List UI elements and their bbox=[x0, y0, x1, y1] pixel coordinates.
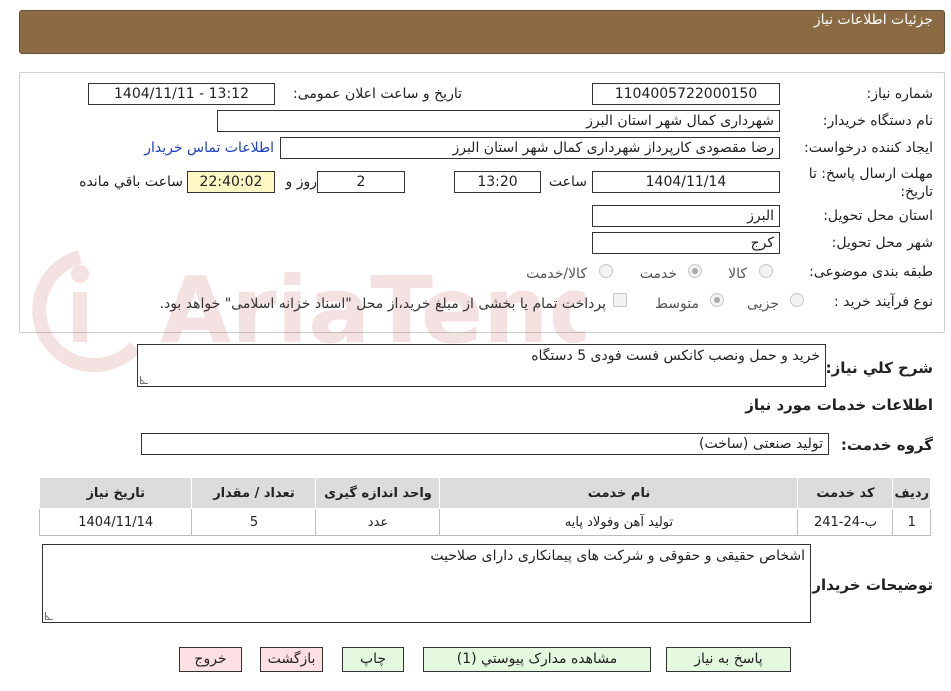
process-label: نوع فرآیند خرید : bbox=[834, 294, 933, 310]
table-row: 1 ب-24-241 تولید آهن وفولاد پایه عدد 5 1… bbox=[38, 508, 931, 536]
print-button[interactable]: چاپ bbox=[342, 647, 404, 672]
description-textarea[interactable]: خرید و حمل ونصب کانکس فست فودی 5 دستگاه bbox=[137, 344, 826, 387]
buyer-org-label: نام دستگاه خریدار: bbox=[822, 113, 933, 129]
buyer-notes-textarea[interactable]: اشخاص حقیقی و حقوقی و شرکت های پیمانکاری… bbox=[42, 544, 811, 623]
cell-unit: عدد bbox=[315, 508, 441, 536]
city-field: کرج bbox=[592, 232, 780, 254]
need-number-label: شماره نیاز: bbox=[866, 86, 934, 102]
deadline-time-label: ساعت bbox=[548, 174, 587, 190]
service-group-field: تولید صنعتی (ساخت) bbox=[141, 433, 829, 455]
process-radio-medium[interactable] bbox=[710, 293, 724, 307]
need-number-field: 1104005722000150 bbox=[592, 83, 780, 105]
category-radio-goods-service[interactable] bbox=[599, 264, 613, 278]
deadline-label-date: تاریخ: bbox=[900, 184, 933, 200]
buyer-notes-label: توضیحات خریدار: bbox=[806, 576, 933, 594]
col-service-code: کد خدمت bbox=[797, 477, 894, 509]
buyer-org-field: شهرداری کمال شهر استان البرز bbox=[217, 110, 780, 132]
reply-button[interactable]: پاسخ به نیاز bbox=[666, 647, 791, 672]
process-option-minor: جزیی bbox=[747, 296, 779, 312]
remaining-time-field: 22:40:02 bbox=[187, 171, 275, 193]
services-table: ردیف کد خدمت نام خدمت واحد اندازه گیری ت… bbox=[38, 477, 931, 536]
view-attachments-button[interactable]: مشاهده مدارک پیوستي (1) bbox=[423, 647, 651, 672]
cell-quantity: 5 bbox=[191, 508, 317, 536]
services-section-title: اطلاعات خدمات مورد نیاز bbox=[745, 396, 933, 414]
page-title: جزئیات اطلاعات نیاز bbox=[813, 12, 933, 28]
col-quantity: تعداد / مقدار bbox=[191, 477, 317, 509]
province-label: استان محل تحویل: bbox=[823, 208, 933, 224]
header-bar bbox=[19, 10, 945, 54]
resize-grip-icon[interactable] bbox=[140, 376, 148, 384]
col-service-name: نام خدمت bbox=[439, 477, 799, 509]
cell-service-code: ب-24-241 bbox=[797, 508, 894, 536]
days-label: روز و bbox=[285, 174, 318, 190]
exit-button[interactable]: خروج bbox=[179, 647, 242, 672]
buyer-notes-text: اشخاص حقیقی و حقوقی و شرکت های پیمانکاری… bbox=[430, 548, 805, 564]
treasury-payment-note: پرداخت تمام یا بخشی از مبلغ خرید،از محل … bbox=[159, 296, 606, 312]
creator-field: رضا مقصودی کارپرداز شهرداری کمال شهر است… bbox=[280, 137, 780, 159]
announce-datetime-field: 1404/11/11 - 13:12 bbox=[88, 83, 275, 105]
process-radio-minor[interactable] bbox=[790, 293, 804, 307]
col-row: ردیف bbox=[892, 477, 931, 509]
resize-grip-icon[interactable] bbox=[45, 612, 53, 620]
deadline-label: مهلت ارسال پاسخ: تا bbox=[808, 166, 933, 182]
category-option-goods: کالا bbox=[728, 266, 747, 282]
deadline-time-field: 13:20 bbox=[454, 171, 541, 193]
province-field: البرز bbox=[592, 205, 780, 227]
category-radio-service[interactable] bbox=[688, 264, 702, 278]
description-text: خرید و حمل ونصب کانکس فست فودی 5 دستگاه bbox=[531, 348, 820, 364]
category-label: طبقه بندی موضوعی: bbox=[809, 264, 933, 280]
category-option-service: خدمت bbox=[639, 266, 677, 282]
col-need-date: تاریخ نیاز bbox=[38, 477, 193, 509]
deadline-date-field: 1404/11/14 bbox=[592, 171, 780, 193]
process-option-medium: متوسط bbox=[655, 296, 699, 312]
remaining-label: ساعت باقي مانده bbox=[79, 174, 183, 190]
cell-service-name: تولید آهن وفولاد پایه bbox=[439, 508, 799, 536]
col-unit: واحد اندازه گیری bbox=[315, 477, 441, 509]
cell-need-date: 1404/11/14 bbox=[38, 508, 193, 536]
back-button[interactable]: بازگشت bbox=[260, 647, 323, 672]
services-table-header: ردیف کد خدمت نام خدمت واحد اندازه گیری ت… bbox=[38, 477, 931, 509]
city-label: شهر محل تحویل: bbox=[831, 235, 933, 251]
announce-label: تاریخ و ساعت اعلان عمومی: bbox=[293, 86, 462, 102]
buyer-contact-link[interactable]: اطلاعات تماس خریدار bbox=[144, 140, 274, 156]
category-radio-goods[interactable] bbox=[759, 264, 773, 278]
category-option-goods-service: کالا/خدمت bbox=[526, 266, 587, 282]
description-label: شرح کلي نیاز: bbox=[825, 359, 933, 377]
treasury-checkbox[interactable] bbox=[613, 293, 627, 307]
days-field: 2 bbox=[317, 171, 405, 193]
service-group-label: گروه خدمت: bbox=[840, 436, 933, 454]
creator-label: ایجاد کننده درخواست: bbox=[804, 140, 933, 156]
cell-row: 1 bbox=[892, 508, 931, 536]
